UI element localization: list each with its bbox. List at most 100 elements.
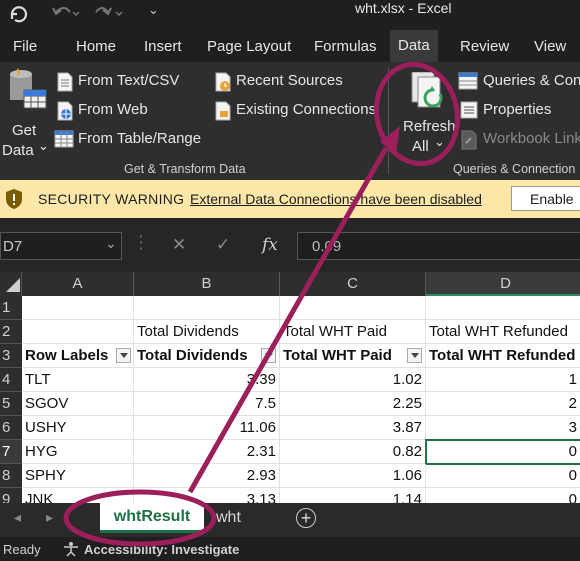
accessibility-icon[interactable] [62,541,80,560]
workbook-links-icon [460,130,478,155]
table-cell-wht-paid[interactable]: 2.25 [280,392,426,416]
undo-icon[interactable] [50,4,80,27]
row-header-6[interactable]: 6 [0,416,22,440]
filter-dropdown-icon[interactable] [407,348,422,363]
cell-a1[interactable] [22,296,134,320]
redo-icon[interactable] [92,4,126,27]
sheet-tab-wht[interactable]: wht [216,509,241,527]
row-header-1[interactable]: 1 [0,296,22,320]
existing-connections-button[interactable]: Existing Connections [212,99,377,121]
column-header-d[interactable]: D [426,272,580,296]
table-row-label[interactable]: HYG [22,440,134,464]
chevron-down-icon: ⌄ [105,235,117,251]
pivot-header-total-wht-refunded[interactable]: Total WHT Refunded [426,344,580,368]
table-cell-dividends[interactable]: 11.06 [134,416,280,440]
security-warning-message-link[interactable]: External Data Connections have been disa… [190,191,482,207]
name-box[interactable]: D7 ⌄ [0,232,122,260]
customize-toolbar-icon[interactable]: ⌄ [148,2,159,18]
worksheet-grid[interactable]: A B C D 1 2 3 4 5 6 7 8 9 Total Dividend… [0,272,580,503]
scroll-right-icon[interactable]: ▸ [46,509,53,526]
row-header-8[interactable]: 8 [0,464,22,488]
select-all-corner[interactable] [0,272,22,296]
cell-b2[interactable]: Total Dividends [134,320,280,344]
table-row-label[interactable]: JNK [22,488,134,503]
table-cell-dividends[interactable]: 3.39 [134,368,280,392]
column-header-c[interactable]: C [280,272,426,296]
tab-home[interactable]: Home [76,38,116,55]
get-data-button[interactable]: Get Data ⌄ [2,68,49,159]
web-page-icon [56,101,74,126]
table-cell-wht-refunded[interactable]: 1 [426,368,580,392]
row-header-4[interactable]: 4 [0,368,22,392]
pivot-header-total-dividends[interactable]: Total Dividends [134,344,280,368]
row-header-9[interactable]: 9 [0,488,22,503]
table-cell-wht-refunded[interactable]: 0 [426,464,580,488]
table-row-label[interactable]: SGOV [22,392,134,416]
cell-b1[interactable] [134,296,280,320]
table-cell-dividends[interactable]: 2.93 [134,464,280,488]
queries-connections-button[interactable]: Queries & Con [458,70,580,92]
from-table-range-button[interactable]: From Table/Range [54,128,214,150]
table-cell-wht-refunded[interactable]: 3 [426,416,580,440]
get-data-label-2: Data [2,142,34,159]
recent-sources-button[interactable]: Recent Sources [212,70,362,92]
tab-insert[interactable]: Insert [144,38,182,55]
properties-label: Properties [483,101,552,118]
enter-icon[interactable]: ✓ [216,235,230,255]
security-warning-bar: SECURITY WARNING External Data Connectio… [0,180,580,218]
cancel-icon[interactable]: ✕ [172,235,186,255]
refresh-all-button[interactable]: Refresh All ⌄ [400,68,456,158]
row-header-5[interactable]: 5 [0,392,22,416]
scroll-left-icon[interactable]: ◂ [14,509,21,526]
table-cell-wht-paid[interactable]: 0.82 [280,440,426,464]
cell-c2[interactable]: Total WHT Paid [280,320,426,344]
cell-d1[interactable] [426,296,580,320]
formula-input[interactable]: 0.09 [297,232,580,260]
autosave-icon[interactable] [8,4,30,29]
accessibility-status[interactable]: Accessibility: Investigate [84,542,239,557]
table-cell-wht-paid[interactable]: 1.02 [280,368,426,392]
tab-data[interactable]: Data [390,30,438,62]
filter-dropdown-icon[interactable] [116,348,131,363]
row-header-3[interactable]: 3 [0,344,22,368]
table-row-label[interactable]: USHY [22,416,134,440]
row-header-2[interactable]: 2 [0,320,22,344]
table-cell-dividends[interactable]: 2.31 [134,440,280,464]
column-header-a[interactable]: A [22,272,134,296]
table-cell-wht-paid[interactable]: 1.14 [280,488,426,503]
cell-d2[interactable]: Total WHT Refunded [426,320,580,344]
filter-dropdown-icon[interactable] [261,348,276,363]
insert-function-icon[interactable]: fx [262,235,278,255]
table-cell-dividends[interactable]: 7.5 [134,392,280,416]
from-text-csv-button[interactable]: From Text/CSV [54,70,204,92]
pivot-header-label: Total Dividends [137,347,248,364]
column-header-b[interactable]: B [134,272,280,296]
tab-view[interactable]: View [534,38,566,55]
tab-page-layout[interactable]: Page Layout [207,38,291,55]
existing-connections-icon [214,101,232,126]
tab-formulas[interactable]: Formulas [314,38,377,55]
cell-a2[interactable] [22,320,134,344]
properties-button[interactable]: Properties [458,99,580,121]
table-cell-wht-refunded[interactable]: 2 [426,392,580,416]
group-queries-label: Queries & Connection [453,162,576,176]
pivot-header-total-wht-paid[interactable]: Total WHT Paid [280,344,426,368]
table-cell-wht-refunded[interactable]: 0 [426,488,580,503]
workbook-links-button[interactable]: Workbook Link [458,128,580,150]
enable-content-button[interactable]: Enable [511,186,580,211]
table-row-label[interactable]: SPHY [22,464,134,488]
window-title: wht.xlsx - Excel [355,0,452,16]
table-row-label[interactable]: TLT [22,368,134,392]
row-header-7[interactable]: 7 [0,440,22,464]
add-sheet-button[interactable]: + [296,508,316,528]
sheet-tab-whtresult[interactable]: whtResult [100,503,204,533]
tab-review[interactable]: Review [460,38,509,55]
tab-file[interactable]: File [13,38,37,55]
name-box-value: D7 [3,238,23,255]
get-data-label-1: Get [12,122,37,139]
table-cell-wht-paid[interactable]: 3.87 [280,416,426,440]
from-web-button[interactable]: From Web [54,99,204,121]
table-cell-dividends[interactable]: 3.13 [134,488,280,503]
table-cell-wht-paid[interactable]: 1.06 [280,464,426,488]
cell-c1[interactable] [280,296,426,320]
